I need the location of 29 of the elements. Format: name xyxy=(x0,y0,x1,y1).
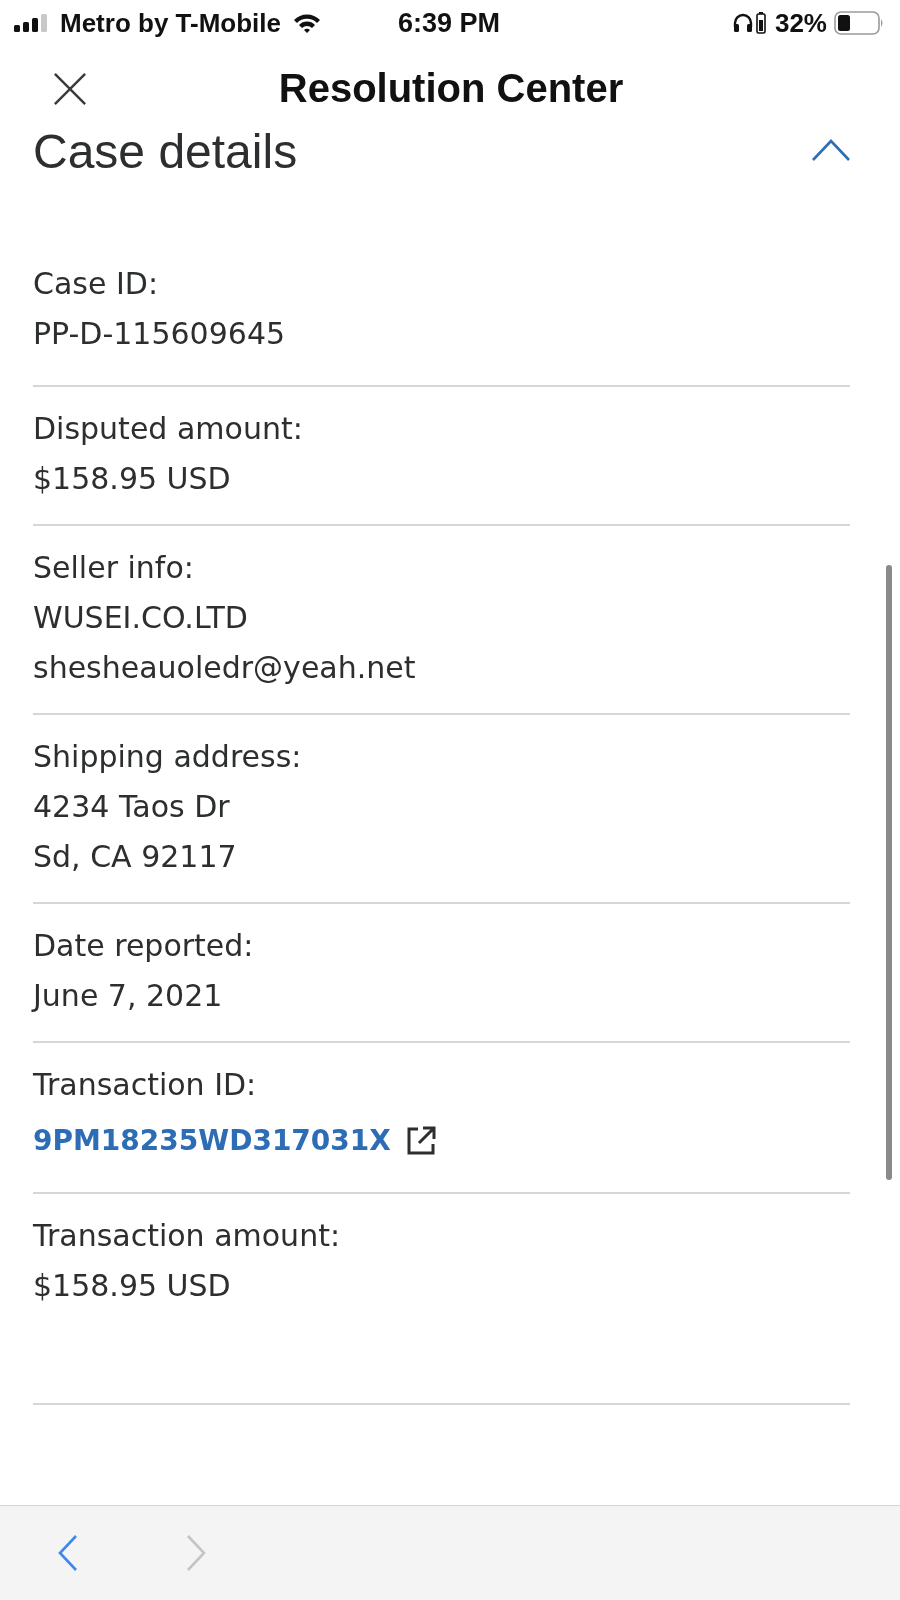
detail-label: Disputed amount: xyxy=(33,410,303,448)
detail-label: Shipping address: xyxy=(33,738,302,776)
screen-title: Resolution Center xyxy=(278,65,624,111)
detail-value: WUSEI.CO.LTD xyxy=(33,599,248,637)
detail-label: Case ID: xyxy=(33,265,158,303)
detail-value: PP-D-115609645 xyxy=(33,315,286,353)
small-battery-icon xyxy=(755,12,766,34)
wifi-icon xyxy=(293,13,321,33)
status-time: 6:39 PM xyxy=(397,7,500,39)
detail-value: $158.95 USD xyxy=(33,460,231,498)
chevron-left-icon xyxy=(58,1535,78,1571)
close-icon xyxy=(53,72,87,106)
section-title: Case details xyxy=(33,130,298,174)
battery-percent: 32% xyxy=(774,7,827,39)
battery-icon xyxy=(834,11,884,35)
detail-value: Sd, CA 92117 xyxy=(33,838,237,876)
transaction-link[interactable]: 9PM18235WD317031X xyxy=(33,1116,391,1166)
detail-label: Transaction ID: xyxy=(33,1066,257,1104)
detail-label: Seller info: xyxy=(33,549,194,587)
detail-value: June 7, 2021 xyxy=(33,977,223,1015)
chevron-right-icon xyxy=(186,1535,206,1571)
detail-value: $158.95 USD xyxy=(33,1267,231,1305)
signal-icon xyxy=(14,14,48,32)
carrier-name: Metro by T-Mobile xyxy=(60,7,281,39)
detail-value: 4234 Taos Dr xyxy=(33,788,230,826)
detail-label: Transaction amount: xyxy=(33,1217,341,1255)
detail-value: shesheauoledr@yeah.net xyxy=(33,649,416,687)
headphones-icon xyxy=(732,13,753,33)
detail-label: Date reported: xyxy=(33,927,254,965)
